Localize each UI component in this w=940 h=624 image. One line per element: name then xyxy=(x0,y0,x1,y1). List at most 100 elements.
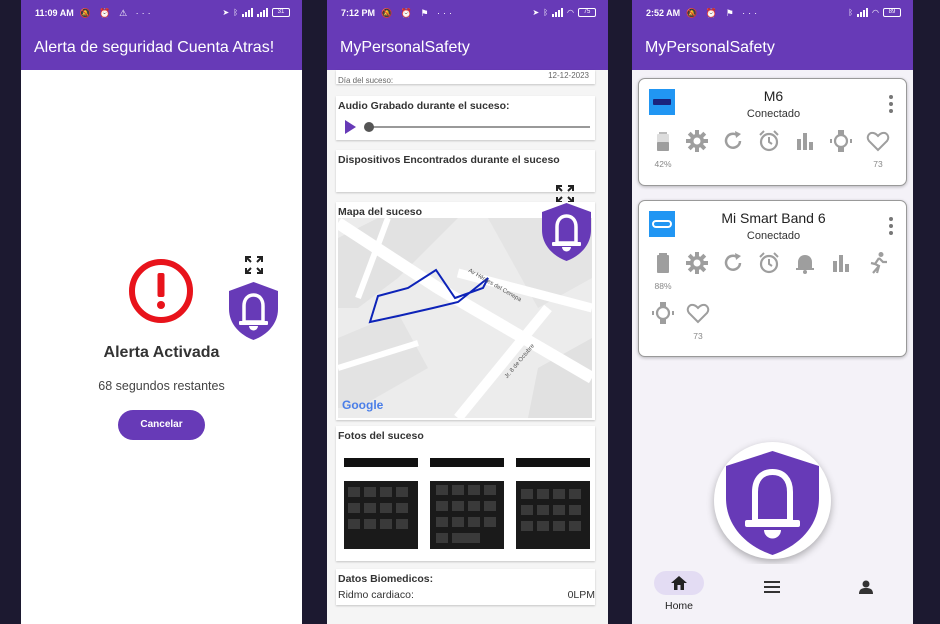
audio-track[interactable] xyxy=(368,126,590,128)
biomedical-card: Datos Biomedicos: Ridmo cardiaco: 0LPM xyxy=(336,569,595,605)
battery-icon: 31 xyxy=(272,8,290,17)
heart-rate: 73 xyxy=(693,331,703,341)
app-bar-title: MyPersonalSafety xyxy=(645,39,775,56)
status-bar: 2:52 AM 🔕 ⏰ ⚑ ··· ᛒ ◠ 89 xyxy=(632,0,913,26)
phone-devices-home: 2:52 AM 🔕 ⏰ ⚑ ··· ᛒ ◠ 89 MyPersonalSafet… xyxy=(632,0,913,624)
photo-thumbnail[interactable] xyxy=(430,481,504,549)
battery-level: 88% xyxy=(654,281,672,291)
app-bar-title: Alerta de seguridad Cuenta Atras! xyxy=(34,39,275,56)
photos-label: Fotos del suceso xyxy=(338,430,424,442)
battery-icon: 89 xyxy=(883,8,901,17)
status-icons: 🔕 ⏰ ⚑ ··· xyxy=(686,7,761,18)
settings-icon[interactable] xyxy=(685,251,709,275)
incident-scroll[interactable]: Día del suceso: 12-12-2023 Audio Grabado… xyxy=(327,70,608,624)
warning-icon xyxy=(129,259,193,323)
nav-home-label: Home xyxy=(664,600,693,612)
heart-rate-label: Ridmo cardiaco: xyxy=(338,589,414,601)
refresh-icon[interactable] xyxy=(721,129,745,153)
home-icon xyxy=(671,576,687,590)
bottom-navigation: Home xyxy=(632,564,913,624)
bell-shield-icon xyxy=(726,451,819,555)
biomedical-label: Datos Biomedicos: xyxy=(338,573,434,585)
location-icon: ➤ xyxy=(222,8,230,17)
smartwatch-icon[interactable] xyxy=(651,301,675,325)
panic-button[interactable] xyxy=(714,442,831,559)
devices-card: Dispositivos Encontrados durante el suce… xyxy=(336,150,595,203)
phone-incident-detail: 7:12 PM 🔕 ⏰ ⚑ ··· ➤ ᛒ ◠ 75 MyPersonalSaf… xyxy=(327,0,608,624)
battery-icon xyxy=(657,132,669,151)
photo-strip xyxy=(344,458,418,467)
map-card: Mapa del suceso Av Héroes del Cenepa Jr.… xyxy=(336,202,595,420)
settings-icon[interactable] xyxy=(685,129,709,153)
countdown-text: 68 segundos restantes xyxy=(98,379,225,393)
date-card: Día del suceso: 12-12-2023 xyxy=(336,70,595,85)
google-logo: Google xyxy=(342,398,384,412)
status-time: 11:09 AM xyxy=(35,8,74,18)
device-card[interactable]: M6 Conectado 42% 73 xyxy=(638,78,907,186)
status-icons: 🔕 ⏰ ⚠ ··· xyxy=(79,7,154,18)
device-status: Conectado xyxy=(746,108,801,120)
photo-thumbnail[interactable] xyxy=(344,481,418,549)
more-options-icon[interactable] xyxy=(889,95,893,116)
nav-home[interactable] xyxy=(654,571,704,595)
battery-icon xyxy=(657,253,669,273)
cancel-button[interactable]: Cancelar xyxy=(118,410,205,440)
bar-chart-icon[interactable] xyxy=(829,251,853,275)
profile-icon[interactable] xyxy=(859,580,873,594)
fullscreen-icon[interactable] xyxy=(244,255,264,275)
play-icon[interactable] xyxy=(345,120,356,134)
status-bar: 11:09 AM 🔕 ⏰ ⚠ ··· ➤ ᛒ 31 xyxy=(21,0,302,26)
app-bar: MyPersonalSafety xyxy=(632,26,913,70)
more-options-icon[interactable] xyxy=(889,217,893,238)
wifi-icon: ◠ xyxy=(872,8,879,17)
bluetooth-icon: ᛒ xyxy=(233,8,238,17)
device-card[interactable]: Mi Smart Band 6 Conectado 88% 73 xyxy=(638,200,907,357)
heart-rate: 73 xyxy=(873,159,883,169)
photos-card: Fotos del suceso xyxy=(336,426,595,561)
photo-thumbnail[interactable] xyxy=(516,481,590,549)
bell-shield-icon[interactable] xyxy=(540,201,593,263)
devices-screen: M6 Conectado 42% 73 Mi Smart Band 6 Cone… xyxy=(632,70,913,624)
status-time: 2:52 AM xyxy=(646,8,681,18)
status-icons: 🔕 ⏰ ⚑ ··· xyxy=(381,7,455,18)
signal-icon xyxy=(552,8,564,17)
date-label: Día del suceso: xyxy=(338,76,394,85)
devices-label: Dispositivos Encontrados durante el suce… xyxy=(338,154,560,166)
heart-rate-value: 0LPM xyxy=(567,589,595,601)
running-icon[interactable] xyxy=(866,251,890,275)
battery-level: 42% xyxy=(654,159,672,169)
device-status: Conectado xyxy=(746,230,801,242)
bar-chart-icon[interactable] xyxy=(793,129,817,153)
audio-card: Audio Grabado durante el suceso: xyxy=(336,96,595,140)
menu-icon[interactable] xyxy=(764,581,780,593)
alarm-icon[interactable] xyxy=(757,251,781,275)
bell-icon[interactable] xyxy=(793,251,817,275)
wifi-icon: ◠ xyxy=(567,8,574,17)
smartwatch-icon[interactable] xyxy=(829,129,853,153)
battery-icon: 75 xyxy=(578,8,596,17)
heart-icon[interactable] xyxy=(866,129,890,153)
phone-countdown-alert: 11:09 AM 🔕 ⏰ ⚠ ··· ➤ ᛒ 31 Alerta de segu… xyxy=(21,0,302,624)
device-name: M6 xyxy=(763,88,784,104)
app-bar: Alerta de seguridad Cuenta Atras! xyxy=(21,26,302,70)
heart-icon[interactable] xyxy=(686,301,710,325)
alert-screen: Alerta Activada 68 segundos restantes Ca… xyxy=(21,70,302,624)
bluetooth-icon: ᛒ xyxy=(543,8,549,17)
alarm-icon[interactable] xyxy=(757,129,781,153)
signal-2-icon xyxy=(257,8,268,17)
refresh-icon[interactable] xyxy=(721,251,745,275)
photo-strip xyxy=(516,458,590,467)
status-bar: 7:12 PM 🔕 ⏰ ⚑ ··· ➤ ᛒ ◠ 75 xyxy=(327,0,608,26)
device-name: Mi Smart Band 6 xyxy=(721,210,826,226)
app-bar: MyPersonalSafety xyxy=(327,26,608,70)
location-icon: ➤ xyxy=(532,8,540,17)
photo-strip xyxy=(430,458,504,467)
app-bar-title: MyPersonalSafety xyxy=(340,39,470,56)
audio-seek-handle[interactable] xyxy=(364,122,374,132)
signal-icon xyxy=(242,8,253,17)
bluetooth-icon: ᛒ xyxy=(848,8,854,17)
alert-title: Alerta Activada xyxy=(103,344,220,361)
bell-shield-icon[interactable] xyxy=(227,280,280,342)
audio-label: Audio Grabado durante el suceso: xyxy=(338,100,510,112)
status-time: 7:12 PM xyxy=(341,8,376,18)
